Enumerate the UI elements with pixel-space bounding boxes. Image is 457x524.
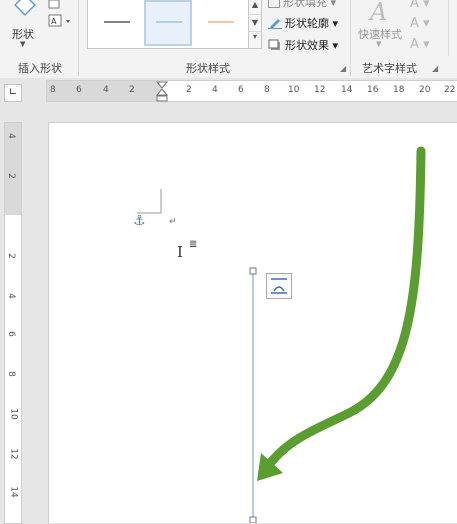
text-box-icon: A xyxy=(48,14,70,27)
vruler-label: 6 xyxy=(5,331,16,337)
shape-fill-command[interactable]: 形状填充 ▾ xyxy=(268,0,336,10)
pencil-icon xyxy=(268,19,282,29)
shape-effects-icon xyxy=(268,39,280,50)
dark-line-swatch xyxy=(104,21,130,23)
quick-styles-button[interactable]: A 快速样式 ▼ xyxy=(356,0,406,56)
gallery-more-button[interactable]: ▾ xyxy=(249,32,261,46)
line-end-handle[interactable] xyxy=(249,516,257,523)
svg-text:A: A xyxy=(51,17,57,26)
text-fill-button[interactable]: A ▾ xyxy=(410,0,430,11)
hruler-label: 8 xyxy=(50,85,56,95)
gallery-scroll-down-button[interactable]: ▼ xyxy=(249,15,261,32)
svg-text:A: A xyxy=(368,0,387,24)
hruler-label: 4 xyxy=(212,85,218,95)
shape-styles-gallery xyxy=(87,0,249,49)
hruler-label: 6 xyxy=(76,85,82,95)
hruler-label: 12 xyxy=(314,85,326,95)
edit-shape-icon xyxy=(48,0,60,9)
chevron-down-icon: ▼ xyxy=(20,40,26,48)
gallery-scroll-up-button[interactable]: ▲ xyxy=(249,0,261,15)
group-separator xyxy=(78,0,79,76)
extra-commands-strip xyxy=(448,0,457,56)
hruler-label: 8 xyxy=(264,85,270,95)
hruler-label: 20 xyxy=(419,85,431,95)
paint-bucket-icon xyxy=(268,0,280,8)
wordart-a-icon: A xyxy=(368,0,387,24)
hruler-label: 2 xyxy=(129,85,135,95)
vruler-label: 12 xyxy=(8,448,19,460)
vruler-label: 8 xyxy=(5,371,16,377)
shape-style-dark-line[interactable] xyxy=(92,0,140,46)
gallery-scrollbar: ▲ ▼ ▾ xyxy=(248,0,262,49)
tab-selector[interactable]: ∟ xyxy=(4,84,22,102)
hruler-label: 16 xyxy=(367,85,379,95)
shape-style-blue-line[interactable] xyxy=(144,0,192,46)
text-box-button[interactable]: A xyxy=(48,14,74,28)
hruler-label: 10 xyxy=(288,85,300,95)
group-separator xyxy=(350,0,351,76)
drawing-canvas xyxy=(249,146,426,523)
edit-shape-button[interactable] xyxy=(48,0,62,10)
text-outline-button[interactable]: A ▾ xyxy=(410,16,430,31)
shape-effects-command[interactable]: 形状效果 ▾ xyxy=(268,37,338,53)
hruler-label: 2 xyxy=(186,85,192,95)
wordart-styles-group-label: 艺术字样式 xyxy=(362,62,417,75)
shape-styles-dialog-launcher[interactable]: ◢ xyxy=(340,64,346,73)
vruler-label: 14 xyxy=(8,486,19,498)
vruler-label: 4 xyxy=(5,293,16,299)
layout-options-icon xyxy=(271,278,287,294)
horizontal-ruler[interactable]: 8 6 4 2 2 4 6 8 10 12 14 16 18 20 22 xyxy=(46,80,457,102)
vruler-label: 4 xyxy=(5,133,16,139)
vruler-label: 2 xyxy=(5,253,16,259)
shapes-button[interactable]: 形状 ▼ xyxy=(6,0,44,56)
hruler-label: 22 xyxy=(444,85,456,95)
shape-effects-label: 形状效果 xyxy=(285,39,329,52)
hruler-label: 4 xyxy=(103,85,109,95)
shape-style-orange-line[interactable] xyxy=(196,0,244,46)
vruler-label: 2 xyxy=(5,173,16,179)
insert-shapes-group-label: 插入形状 xyxy=(18,62,62,75)
orange-line-swatch xyxy=(208,21,234,23)
vruler-label: 10 xyxy=(8,408,19,420)
hruler-label: 14 xyxy=(341,85,353,95)
shape-styles-group-label: 形状样式 xyxy=(186,62,230,75)
hruler-label: 18 xyxy=(393,85,405,95)
layout-options-button[interactable] xyxy=(266,273,292,299)
shape-fill-label: 形状填充 xyxy=(283,0,327,9)
text-effects-button[interactable]: A ▾ xyxy=(410,37,430,52)
wordart-dialog-launcher[interactable]: ◢ xyxy=(432,64,438,73)
ribbon: 形状 ▼ A ▲ ▼ ▾ 形状填充 ▾ 形状轮廓 ▾ 形状效果 ▾ A 快速样式… xyxy=(0,0,457,79)
shapes-icon xyxy=(14,0,36,16)
shape-outline-label: 形状轮廓 xyxy=(285,17,329,30)
blue-line-swatch xyxy=(156,21,182,23)
hruler-label: 6 xyxy=(238,85,244,95)
document-page[interactable]: ⚓ ↵ I ≣ xyxy=(48,122,457,523)
vertical-ruler[interactable]: 4 2 2 4 6 8 10 12 14 xyxy=(4,122,22,524)
green-curved-arrow-shaft xyxy=(264,146,426,470)
indent-marker-icon[interactable] xyxy=(156,81,168,103)
line-start-handle[interactable] xyxy=(249,267,257,275)
shape-outline-command[interactable]: 形状轮廓 ▾ xyxy=(268,15,338,31)
chevron-down-icon: ▼ xyxy=(376,40,382,48)
